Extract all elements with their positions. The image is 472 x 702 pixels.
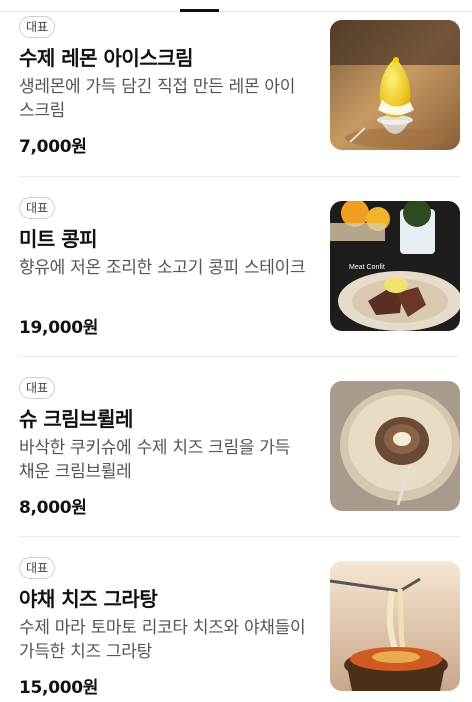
vegetable-cheese-gratin-photo[interactable] <box>330 561 460 691</box>
menu-list: 대표 수제 레몬 아이스크림 생레몬에 가득 담긴 직접 만든 레몬 아이스크림… <box>0 12 472 702</box>
menu-item-price: 8,000원 <box>19 498 87 518</box>
menu-item-price: 7,000원 <box>19 137 87 157</box>
signature-badge: 대표 <box>19 197 56 219</box>
menu-item[interactable]: 대표 수제 레몬 아이스크림 생레몬에 가득 담긴 직접 만든 레몬 아이스크림… <box>0 12 472 177</box>
signature-badge: 대표 <box>19 16 56 38</box>
meat-confit-photo[interactable]: Meat Confit <box>330 201 460 331</box>
menu-item-description: 향유에 저온 조리한 소고기 콩피 스테이크 <box>19 258 306 278</box>
menu-item-name: 슈 크림브륄레 <box>19 407 133 431</box>
menu-item-description: 생레몬에 가득 담긴 직접 만든 레몬 아이스크림 <box>19 77 296 121</box>
image-caption: Meat Confit <box>349 264 385 271</box>
menu-item[interactable]: 대표 야채 치즈 그라탕 수제 마라 토마토 리코타 치즈와 야채들이 가득한 … <box>0 537 472 702</box>
menu-item-description: 수제 마라 토마토 리코타 치즈와 야채들이 가득한 치즈 그라탕 <box>19 618 306 662</box>
menu-item-description: 바삭한 쿠키슈에 수제 치즈 크림을 가득 채운 크림브륄레 <box>19 438 290 482</box>
menu-item-name: 미트 콩피 <box>19 227 98 251</box>
signature-badge: 대표 <box>19 377 56 399</box>
menu-item[interactable]: 대표 슈 크림브륄레 바삭한 쿠키슈에 수제 치즈 크림을 가득 채운 크림브륄… <box>0 357 472 537</box>
menu-item-price: 15,000원 <box>19 678 99 698</box>
top-tab-bar <box>0 0 472 12</box>
lemon-ice-cream-photo[interactable] <box>330 20 460 150</box>
menu-item-price: 19,000원 <box>19 318 99 338</box>
choux-creme-brulee-photo[interactable] <box>330 381 460 511</box>
menu-item[interactable]: 대표 미트 콩피 향유에 저온 조리한 소고기 콩피 스테이크 19,000원 … <box>0 177 472 357</box>
menu-item-name: 수제 레몬 아이스크림 <box>19 46 194 70</box>
menu-item-name: 야채 치즈 그라탕 <box>19 587 158 611</box>
signature-badge: 대표 <box>19 557 56 579</box>
